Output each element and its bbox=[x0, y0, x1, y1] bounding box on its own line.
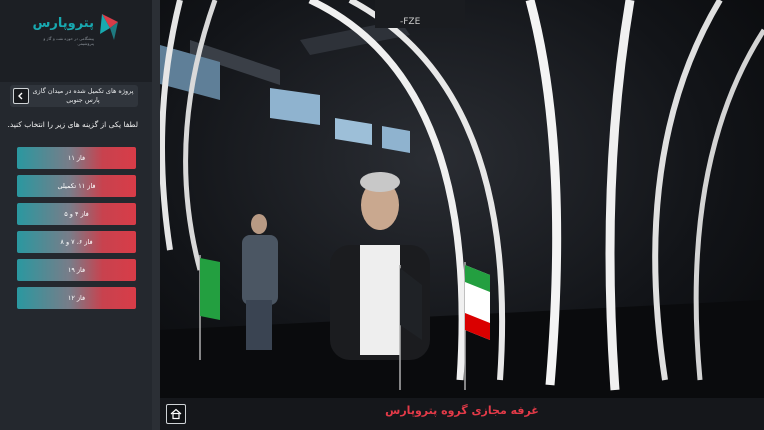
project-title: پروژه های تکمیل شده در میدان گازی پارس ج… bbox=[32, 87, 134, 104]
logo-mark-icon bbox=[100, 14, 118, 40]
divider bbox=[152, 0, 160, 430]
phase-button-11[interactable]: فاز ۱۱ bbox=[17, 147, 136, 169]
selection-prompt: لطفا یکی از گزینه های زیر را انتخاب کنید… bbox=[7, 120, 138, 129]
phase-button-6-7-8[interactable]: فاز ۶، ۷ و ۸ bbox=[17, 231, 136, 253]
phase-button-4-5[interactable]: فاز ۴ و ۵ bbox=[17, 203, 136, 225]
phase-button-11-supplementary[interactable]: فاز ۱۱ تکمیلی bbox=[17, 175, 136, 197]
logo: پتروپارس پیشگامی در حوزه نفت و گاز و پتر… bbox=[0, 0, 152, 82]
bottom-bar: غرفه مجازی گروه پتروپارس bbox=[160, 398, 764, 430]
sidebar: پتروپارس پیشگامی در حوزه نفت و گاز و پتر… bbox=[0, 0, 152, 430]
phase-button-19[interactable]: فاز ۱۹ bbox=[17, 259, 136, 281]
phase-button-12[interactable]: فاز ۱۲ bbox=[17, 287, 136, 309]
chevron-left-icon bbox=[18, 92, 23, 100]
booth-title: غرفه مجازی گروه پتروپارس bbox=[385, 404, 539, 417]
project-header: پروژه های تکمیل شده در میدان گازی پارس ج… bbox=[10, 85, 138, 107]
booth-sign: -FZE bbox=[400, 17, 421, 27]
back-button[interactable] bbox=[13, 88, 29, 104]
booth-3d-view: -FZE bbox=[160, 0, 764, 398]
logo-name: پتروپارس bbox=[32, 16, 94, 31]
logo-tagline: پیشگامی در حوزه نفت و گاز و پتروشیمی bbox=[43, 36, 94, 46]
virtual-booth-scene[interactable]: -FZE bbox=[160, 0, 764, 398]
